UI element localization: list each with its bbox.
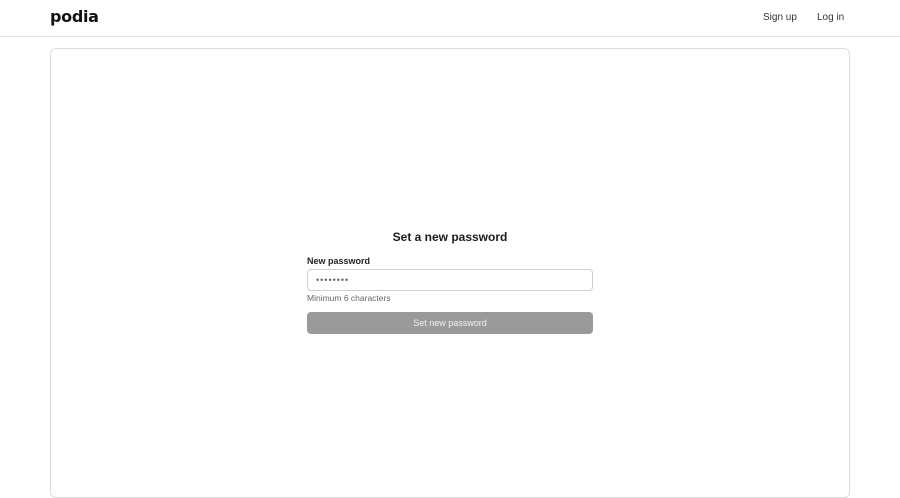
sign-up-link[interactable]: Sign up (763, 12, 797, 23)
set-new-password-button[interactable]: Set new password (307, 312, 593, 334)
new-password-label: New password (307, 256, 371, 266)
log-in-link[interactable]: Log in (817, 12, 844, 23)
page-title: Set a new password (392, 230, 508, 244)
podia-logo[interactable]: podia (50, 7, 99, 26)
new-password-input[interactable] (307, 269, 593, 291)
password-hint: Minimum 6 characters (307, 293, 391, 303)
top-header: podia Sign up Log in (0, 0, 900, 37)
